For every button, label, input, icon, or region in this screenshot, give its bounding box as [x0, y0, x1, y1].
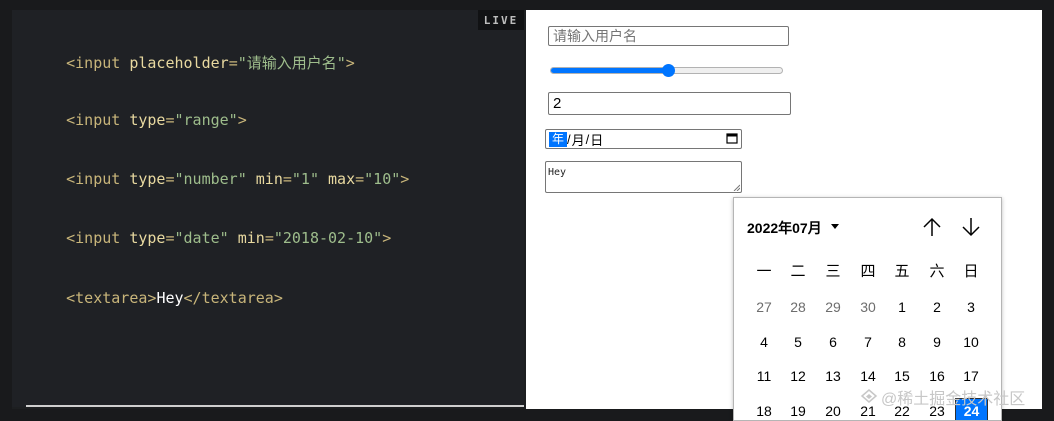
day-cell[interactable]: 12	[783, 365, 813, 388]
range-slider-thumb[interactable]	[661, 64, 675, 77]
weekday-label: 二	[790, 263, 806, 280]
day-cell[interactable]: 20	[818, 400, 848, 420]
day-cell[interactable]: 19	[783, 400, 813, 420]
live-badge: LIVE	[478, 10, 524, 30]
date-day-segment[interactable]: 日	[590, 130, 603, 149]
day-cell[interactable]: 11	[749, 365, 779, 388]
weekday-label: 五	[894, 263, 910, 280]
number-input[interactable]	[548, 92, 791, 115]
date-year-segment[interactable]: 年	[549, 131, 568, 147]
day-cell[interactable]: 2	[922, 296, 952, 319]
watermark: @稀土掘金技术社区	[860, 385, 1025, 409]
datepicker-month-label[interactable]: 2022年07月	[747, 218, 822, 238]
day-cell[interactable]: 27	[749, 296, 779, 319]
day-cell[interactable]: 13	[818, 365, 848, 388]
code-line-number-input: <input type="number" min="1" max="10">	[66, 170, 410, 188]
caret-down-icon[interactable]	[831, 224, 839, 229]
editor-bottom-border	[26, 405, 524, 407]
day-cell[interactable]: 3	[956, 296, 986, 319]
textarea[interactable]: Hey	[545, 161, 742, 193]
date-separator: /	[585, 131, 590, 147]
day-cell[interactable]: 4	[749, 331, 779, 354]
day-cell[interactable]: 10	[956, 331, 986, 354]
frame-top	[0, 0, 1054, 10]
weekday-label: 一	[756, 263, 772, 280]
weekday-label: 三	[825, 263, 841, 280]
day-cell[interactable]: 28	[783, 296, 813, 319]
weekday-label: 六	[929, 263, 945, 280]
code-line-date-input: <input type="date" min="2018-02-10">	[66, 229, 392, 247]
username-input[interactable]	[548, 26, 789, 46]
weekday-label: 四	[860, 263, 876, 280]
weekday-label: 日	[963, 263, 979, 280]
day-cell[interactable]: 1	[887, 296, 917, 319]
code-line-range-input: <input type="range">	[66, 111, 247, 129]
day-cell[interactable]: 9	[922, 331, 952, 354]
day-cell[interactable]: 5	[783, 331, 813, 354]
arrow-up-icon[interactable]	[921, 216, 943, 238]
code-editor[interactable]: <input placeholder="请输入用户名"> <input type…	[12, 10, 524, 407]
juejin-logo-icon	[860, 389, 878, 403]
textarea-text: Hey	[548, 167, 567, 178]
day-cell[interactable]: 30	[853, 296, 883, 319]
code-line-textarea: <textarea>Hey</textarea>	[66, 289, 283, 307]
day-cell[interactable]: 7	[853, 331, 883, 354]
range-slider-fill	[551, 68, 668, 73]
arrow-down-icon[interactable]	[960, 216, 982, 238]
range-slider[interactable]	[550, 64, 783, 77]
frame-right	[1042, 0, 1054, 421]
frame-left	[0, 0, 12, 421]
calendar-icon[interactable]	[726, 132, 738, 144]
day-cell[interactable]: 6	[818, 331, 848, 354]
date-separator: /	[567, 131, 571, 147]
resize-grip-icon[interactable]	[733, 184, 740, 191]
day-cell[interactable]: 18	[749, 400, 779, 420]
day-cell[interactable]: 8	[887, 331, 917, 354]
day-cell[interactable]: 29	[818, 296, 848, 319]
date-input[interactable]: 年 / 月 / 日	[545, 129, 742, 149]
date-month-segment[interactable]: 月	[572, 130, 585, 149]
watermark-text: @稀土掘金技术社区	[881, 391, 1026, 408]
code-line-text-input: <input placeholder="请输入用户名">	[66, 54, 355, 72]
